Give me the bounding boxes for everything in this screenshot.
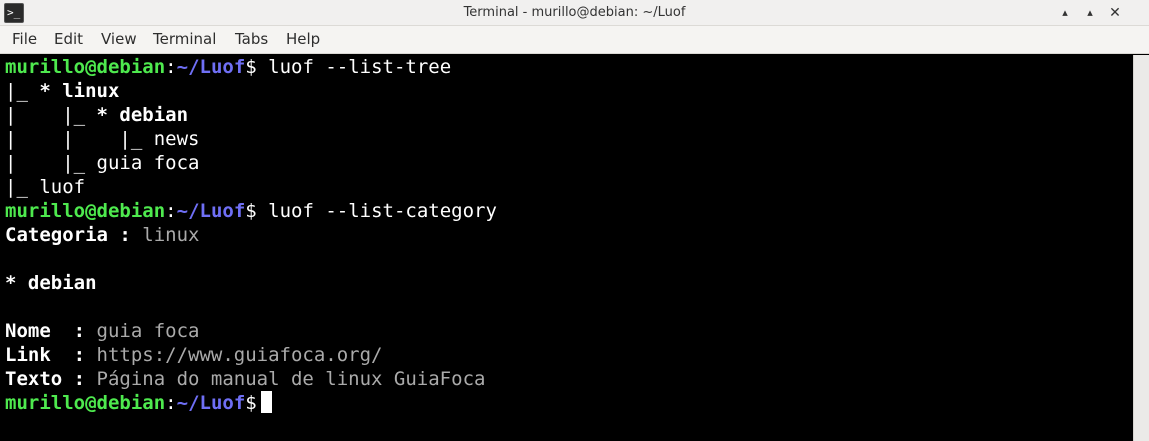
subcategory-line: * debian (5, 271, 1133, 295)
field-value: https://www.guiafoca.org/ (96, 344, 383, 366)
field-key: Nome : (5, 320, 97, 342)
field-key: Texto : (5, 368, 97, 390)
menu-help[interactable]: Help (286, 26, 320, 53)
command-text: luof --list-category (256, 200, 497, 222)
field-value: linux (142, 224, 200, 246)
tree-branch: |_ (5, 80, 40, 102)
tree-line: |_ * linux (5, 79, 1133, 103)
tree-line: | |_ guia foca (5, 151, 1133, 175)
prompt-colon: : (165, 56, 177, 78)
field-value: Página do manual de linux GuiaFoca (96, 368, 486, 390)
category-line: Categoria : linux (5, 223, 1133, 247)
prompt-host: debian (96, 200, 166, 222)
prompt-host: debian (96, 392, 166, 414)
field-key: Link : (5, 344, 97, 366)
menu-view[interactable]: View (101, 26, 137, 53)
menu-tabs[interactable]: Tabs (235, 26, 268, 53)
prompt-dollar: $ (245, 392, 257, 414)
nome-line: Nome : guia foca (5, 319, 1133, 343)
tree-node-bold: * debian (96, 104, 189, 126)
prompt-user: murillo (5, 200, 86, 222)
prompt-dollar: $ (245, 56, 257, 78)
prompt-host: debian (96, 56, 166, 78)
tree-branch: | |_ (5, 104, 97, 126)
prompt-line-3: murillo@debian:~/Luof$ (5, 391, 1133, 415)
prompt-line-2: murillo@debian:~/Luof$ luof --list-categ… (5, 199, 1133, 223)
terminal-output[interactable]: murillo@debian:~/Luof$ luof --list-tree … (0, 55, 1133, 441)
tree-node: | |_ guia foca (5, 152, 200, 174)
field-key: Categoria : (5, 224, 143, 246)
texto-line: Texto : Página do manual de linux GuiaFo… (5, 367, 1133, 391)
text-cursor (260, 391, 272, 413)
link-line: Link : https://www.guiafoca.org/ (5, 343, 1133, 367)
prompt-line-1: murillo@debian:~/Luof$ luof --list-tree (5, 55, 1133, 79)
command-text: luof --list-tree (256, 56, 452, 78)
prompt-user: murillo (5, 56, 86, 78)
prompt-dollar: $ (245, 200, 257, 222)
prompt-colon: : (165, 392, 177, 414)
menu-bar: File Edit View Terminal Tabs Help (0, 26, 1149, 54)
minimize-icon[interactable]: ▴ (1056, 4, 1074, 22)
title-bar[interactable]: >_ Terminal - murillo@debian: ~/Luof ▴ ▴… (0, 0, 1149, 26)
vertical-scrollbar[interactable] (1133, 55, 1149, 441)
tree-node-bold: * linux (39, 80, 120, 102)
prompt-path: ~/Luof (176, 56, 246, 78)
subcategory-name: * debian (5, 272, 97, 294)
prompt-path: ~/Luof (176, 200, 246, 222)
tree-node: | | |_ news (5, 128, 200, 150)
close-icon[interactable]: ✕ (1106, 4, 1124, 22)
prompt-at: @ (85, 56, 97, 78)
tree-node: |_ luof (5, 176, 86, 198)
prompt-user: murillo (5, 392, 86, 414)
tree-line: | |_ * debian (5, 103, 1133, 127)
menu-terminal[interactable]: Terminal (153, 26, 216, 53)
menu-file[interactable]: File (12, 26, 37, 53)
maximize-icon[interactable]: ▴ (1081, 4, 1099, 22)
menu-edit[interactable]: Edit (54, 26, 83, 53)
terminal-window: >_ Terminal - murillo@debian: ~/Luof ▴ ▴… (0, 0, 1149, 441)
window-title: Terminal - murillo@debian: ~/Luof (463, 5, 686, 20)
tree-line: | | |_ news (5, 127, 1133, 151)
prompt-at: @ (85, 200, 97, 222)
prompt-at: @ (85, 392, 97, 414)
field-value: guia foca (96, 320, 200, 342)
prompt-colon: : (165, 200, 177, 222)
prompt-path: ~/Luof (176, 392, 246, 414)
tree-line: |_ luof (5, 175, 1133, 199)
